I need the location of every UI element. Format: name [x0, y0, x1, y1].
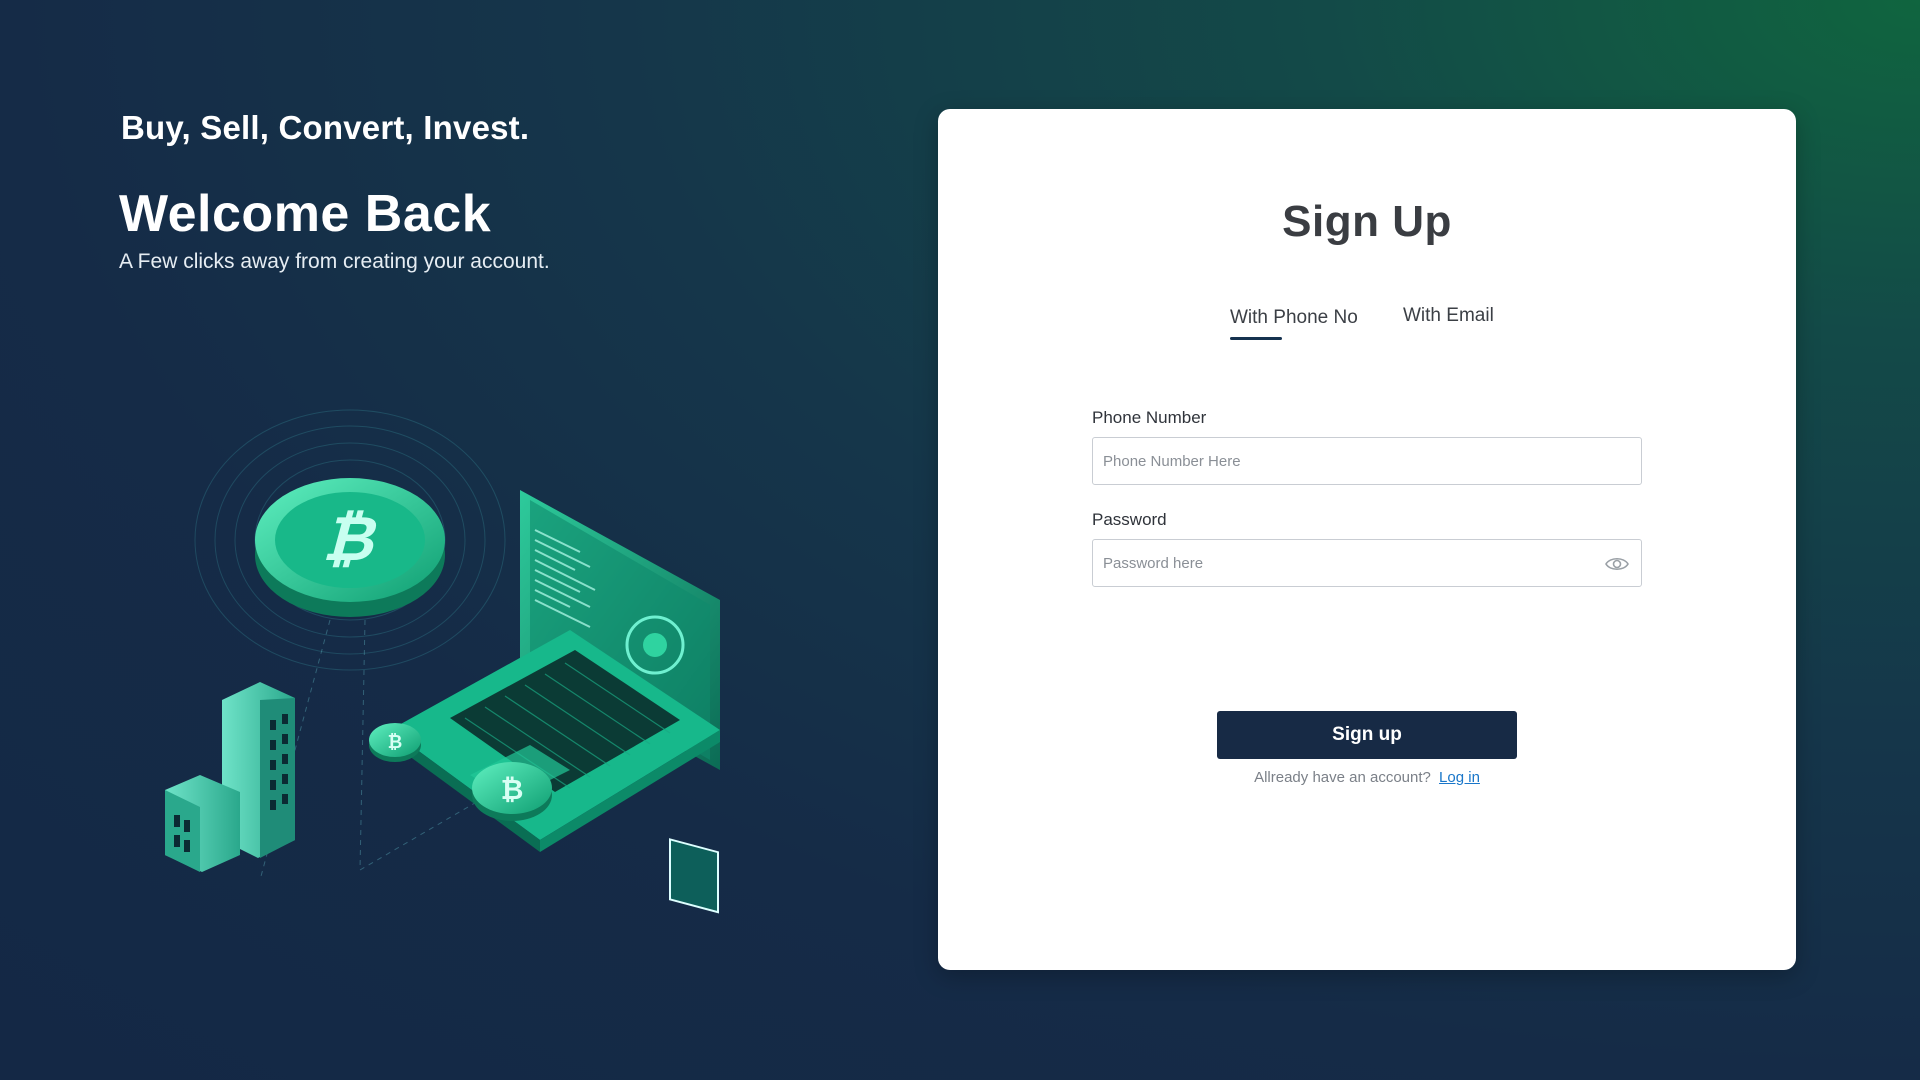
- login-prompt-line: Allready have an account? Log in: [938, 769, 1796, 786]
- login-link[interactable]: Log in: [1439, 769, 1480, 786]
- login-prompt-text: Allready have an account?: [1254, 769, 1431, 786]
- phone-label: Phone Number: [1092, 408, 1207, 427]
- medium-coin: ₿: [472, 762, 552, 821]
- signup-card: Sign Up With Phone No With Email Phone N…: [938, 109, 1796, 970]
- tab-email[interactable]: With Email: [1403, 305, 1494, 327]
- small-coin: ₿: [369, 723, 421, 762]
- active-tab-indicator: [1230, 337, 1282, 340]
- large-coin: ₿: [255, 478, 445, 617]
- signup-title: Sign Up: [1282, 197, 1452, 246]
- svg-text:₿: ₿: [501, 773, 524, 806]
- hero-panel: Buy, Sell, Convert, Invest. Welcome Back…: [0, 0, 900, 1080]
- svg-text:₿: ₿: [388, 732, 403, 753]
- password-field-wrapper: [1092, 539, 1642, 587]
- hero-subtitle: A Few clicks away from creating your acc…: [119, 250, 550, 273]
- phone-field-wrapper: [1092, 437, 1642, 485]
- hero-title: Welcome Back: [119, 185, 492, 243]
- signup-tabs: With Phone No With Email: [1230, 297, 1530, 341]
- tab-phone[interactable]: With Phone No: [1230, 307, 1358, 329]
- eye-icon[interactable]: [1605, 555, 1629, 573]
- password-label: Password: [1092, 510, 1167, 529]
- password-input[interactable]: [1093, 540, 1641, 586]
- hero-tagline: Buy, Sell, Convert, Invest.: [121, 109, 530, 146]
- crypto-illustration: ₿ ₿ ₿: [165, 409, 720, 914]
- phone-input[interactable]: [1093, 438, 1641, 484]
- buildings: [165, 682, 295, 872]
- signup-button[interactable]: Sign up: [1217, 711, 1517, 759]
